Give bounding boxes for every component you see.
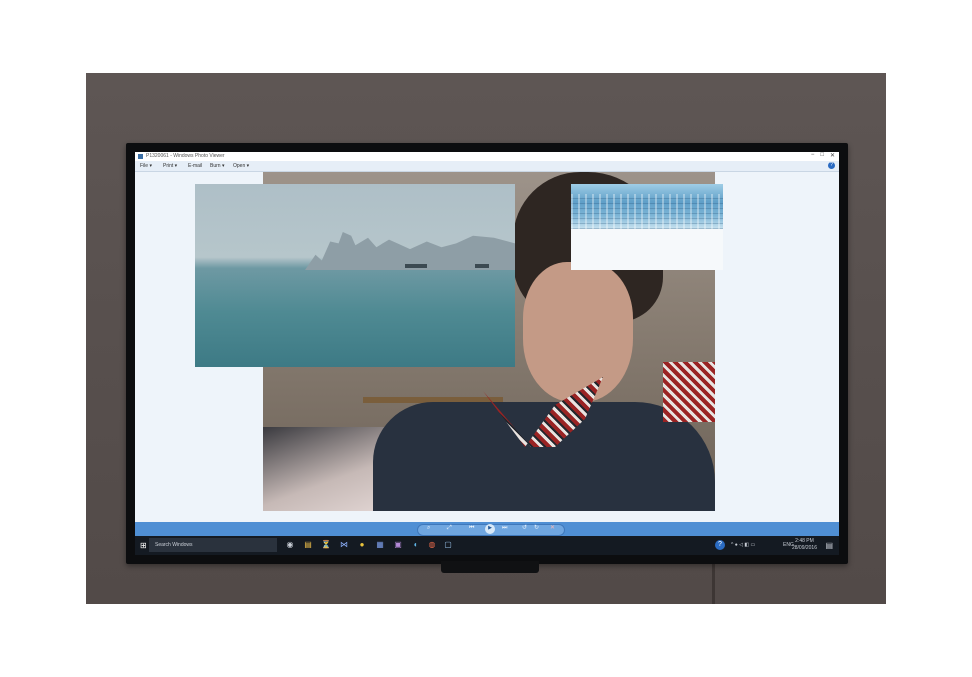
file-explorer-icon[interactable]: ▤: [303, 540, 313, 550]
grid-texture: [571, 194, 723, 229]
boat: [405, 264, 427, 268]
previous-icon[interactable]: ⏮: [469, 524, 474, 532]
tv-stand-foot: [441, 561, 539, 573]
search-placeholder: Search Windows: [155, 542, 193, 548]
actual-size-icon[interactable]: ⤢: [447, 524, 452, 532]
start-icon[interactable]: ⊞: [140, 541, 147, 550]
help-tray-icon[interactable]: ?: [715, 540, 725, 550]
notifications-icon[interactable]: ▤: [825, 541, 833, 550]
grid-landscape-image: [571, 184, 723, 270]
menu-email[interactable]: E-mail: [188, 163, 202, 169]
rotate-right-icon[interactable]: ↻: [534, 524, 539, 532]
chrome-icon[interactable]: ◍: [427, 540, 437, 550]
minimize-button[interactable]: −: [811, 152, 815, 159]
close-button[interactable]: ✕: [830, 152, 835, 159]
pinned-app-icon[interactable]: ◐: [411, 540, 421, 550]
photo-viewer-icon[interactable]: ▢: [443, 540, 453, 550]
rotate-left-icon[interactable]: ↺: [522, 524, 527, 532]
person-face: [523, 262, 633, 402]
pinned-app-icon[interactable]: ⏳: [321, 540, 331, 550]
search-box[interactable]: Search Windows: [149, 538, 277, 552]
menubar: File ▾ Print ▾ E-mail Burn ▾ Open ▾ ?: [135, 161, 839, 172]
harbour-photo: [195, 184, 515, 367]
image-viewer-area[interactable]: [135, 172, 839, 522]
next-icon[interactable]: ⏭: [502, 524, 507, 532]
visual-studio-icon[interactable]: ⋈: [339, 540, 349, 550]
powershell-icon[interactable]: ▣: [393, 540, 403, 550]
power-cable: [712, 562, 715, 604]
menu-file[interactable]: File ▾: [140, 163, 152, 169]
browser-icon[interactable]: ●: [357, 540, 367, 550]
clock-date: 28/09/2016: [791, 545, 817, 551]
menu-burn[interactable]: Burn ▾: [210, 163, 224, 169]
task-view-icon[interactable]: ◉: [285, 540, 295, 550]
system-tray-icons[interactable]: ^ ● ◁ ◧ ▭: [731, 542, 755, 548]
zoom-icon[interactable]: ⌕: [427, 524, 430, 532]
tv-monitor: P1320061 - Windows Photo Viewer − □ ✕ Fi…: [126, 143, 848, 564]
taskbar: ⊞ Search Windows ◉ ▤ ⏳ ⋈ ● ▦ ▣ ◐ ◍ ▢ ? ^…: [135, 536, 839, 555]
menu-print[interactable]: Print ▾: [163, 163, 177, 169]
window-controls: − □ ✕: [811, 152, 835, 159]
photo-viewer-app-icon: [138, 154, 143, 159]
screen: P1320061 - Windows Photo Viewer − □ ✕ Fi…: [135, 152, 839, 555]
clock-time: 2:48 PM: [795, 538, 814, 544]
pinned-app-icon[interactable]: ▦: [375, 540, 385, 550]
window-titlebar: P1320061 - Windows Photo Viewer − □ ✕: [135, 152, 839, 161]
help-icon[interactable]: ?: [828, 162, 835, 169]
menu-open[interactable]: Open ▾: [233, 163, 249, 169]
boat: [475, 264, 489, 268]
maximize-button[interactable]: □: [820, 152, 824, 159]
delete-icon[interactable]: ✕: [550, 524, 555, 532]
plaid-chair: [663, 362, 715, 422]
clock[interactable]: 2:48 PM 28/09/2016: [792, 538, 817, 552]
viewer-controls-bar: ⌕ ⤢ ⏮ ▶ ⏭ ↺ ↻ ✕: [135, 522, 839, 536]
window-title: P1320061 - Windows Photo Viewer: [146, 153, 225, 159]
slideshow-button[interactable]: ▶: [485, 524, 495, 534]
